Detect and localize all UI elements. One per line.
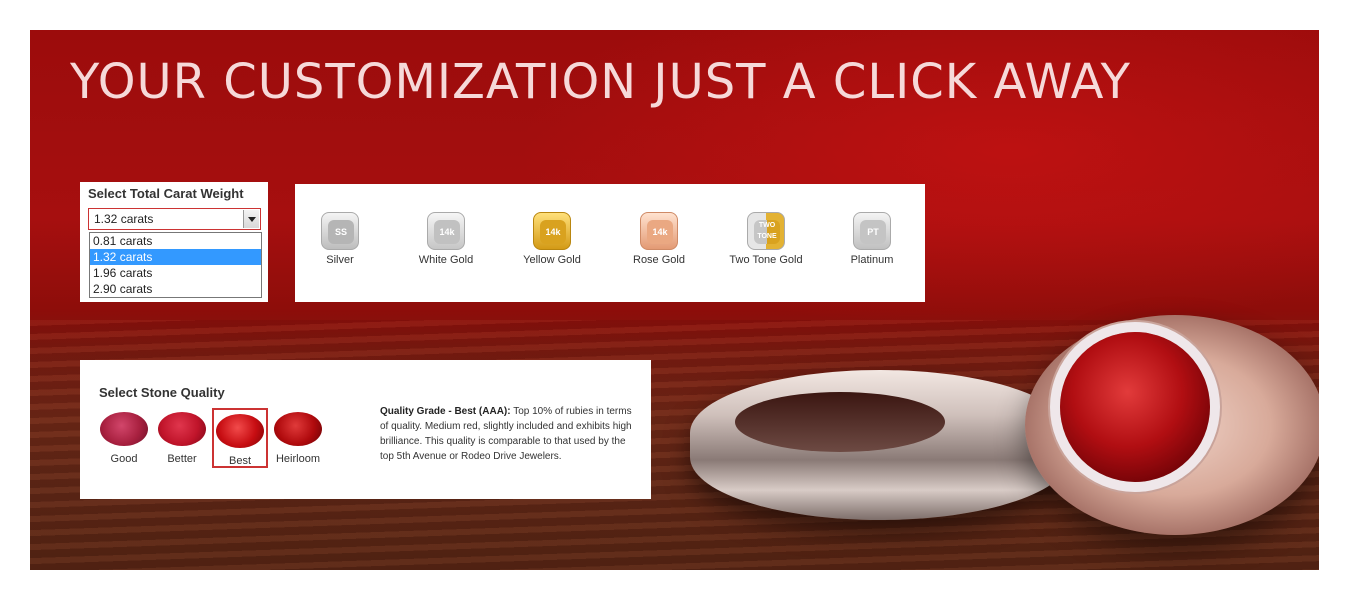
quality-description: Quality Grade - Best (AAA): Top 10% of r… bbox=[380, 404, 635, 464]
platinum-metal-icon[interactable]: PT bbox=[853, 212, 891, 250]
carat-option-selected[interactable]: 1.32 carats bbox=[90, 249, 261, 265]
carat-weight-label: Select Total Carat Weight bbox=[88, 186, 244, 201]
quality-option-better[interactable]: Better bbox=[154, 408, 210, 468]
yellow-gold-metal-icon[interactable]: 14k bbox=[533, 212, 571, 250]
quality-label: Good bbox=[110, 453, 138, 465]
quality-description-heading: Quality Grade - Best (AAA): bbox=[380, 406, 511, 417]
quality-option-best[interactable]: Best bbox=[212, 408, 268, 468]
ruby-best-icon[interactable] bbox=[216, 414, 264, 448]
chevron-down-icon[interactable] bbox=[243, 210, 259, 228]
metal-label: Silver bbox=[326, 254, 354, 266]
banner-title: YOUR CUSTOMIZATION JUST A CLICK AWAY bbox=[70, 54, 1131, 110]
metal-label: Yellow Gold bbox=[523, 254, 581, 266]
metal-option-rose-gold[interactable]: 14k Rose Gold bbox=[614, 212, 704, 266]
two-tone-gold-metal-icon[interactable]: TWO TONE bbox=[747, 212, 785, 250]
metal-option-two-tone-gold[interactable]: TWO TONE Two Tone Gold bbox=[721, 212, 811, 266]
metal-label: Rose Gold bbox=[633, 254, 685, 266]
hero-banner: YOUR CUSTOMIZATION JUST A CLICK AWAY Sel… bbox=[30, 30, 1319, 570]
quality-label: Heirloom bbox=[275, 453, 320, 465]
metal-label: White Gold bbox=[418, 254, 474, 266]
quality-option-heirloom[interactable]: Heirloom bbox=[270, 408, 326, 468]
carat-option[interactable]: 1.96 carats bbox=[90, 265, 261, 281]
white-gold-metal-icon[interactable]: 14k bbox=[427, 212, 465, 250]
metal-option-platinum[interactable]: PT Platinum bbox=[827, 212, 917, 266]
stone-quality-title: Select Stone Quality bbox=[99, 385, 225, 400]
rose-gold-metal-icon[interactable]: 14k bbox=[640, 212, 678, 250]
metal-option-silver[interactable]: SS Silver bbox=[295, 212, 385, 266]
carat-weight-panel: Select Total Carat Weight 1.32 carats 0.… bbox=[80, 182, 268, 302]
metal-label: Platinum bbox=[850, 254, 894, 266]
ruby-heirloom-icon[interactable] bbox=[274, 412, 322, 446]
silver-metal-icon[interactable]: SS bbox=[321, 212, 359, 250]
ruby-gem-image bbox=[1060, 332, 1210, 482]
metal-type-panel: SS Silver 14k White Gold 14k Yellow Gold… bbox=[295, 184, 925, 302]
carat-options-list: 0.81 carats 1.32 carats 1.96 carats 2.90… bbox=[89, 232, 262, 298]
ruby-better-icon[interactable] bbox=[158, 412, 206, 446]
quality-label: Best bbox=[228, 455, 251, 467]
ruby-good-icon[interactable] bbox=[100, 412, 148, 446]
quality-label: Better bbox=[167, 453, 197, 465]
stone-quality-panel: Select Stone Quality Good Better Best He… bbox=[80, 360, 651, 499]
metal-label: Two Tone Gold bbox=[729, 254, 803, 266]
carat-option[interactable]: 2.90 carats bbox=[90, 281, 261, 297]
carat-selected-value: 1.32 carats bbox=[94, 212, 154, 226]
band-interior bbox=[735, 392, 945, 452]
carat-weight-select[interactable]: 1.32 carats bbox=[88, 208, 261, 230]
metal-option-yellow-gold[interactable]: 14k Yellow Gold bbox=[507, 212, 597, 266]
quality-option-good[interactable]: Good bbox=[96, 408, 152, 468]
metal-option-white-gold[interactable]: 14k White Gold bbox=[401, 212, 491, 266]
carat-option[interactable]: 0.81 carats bbox=[90, 233, 261, 249]
